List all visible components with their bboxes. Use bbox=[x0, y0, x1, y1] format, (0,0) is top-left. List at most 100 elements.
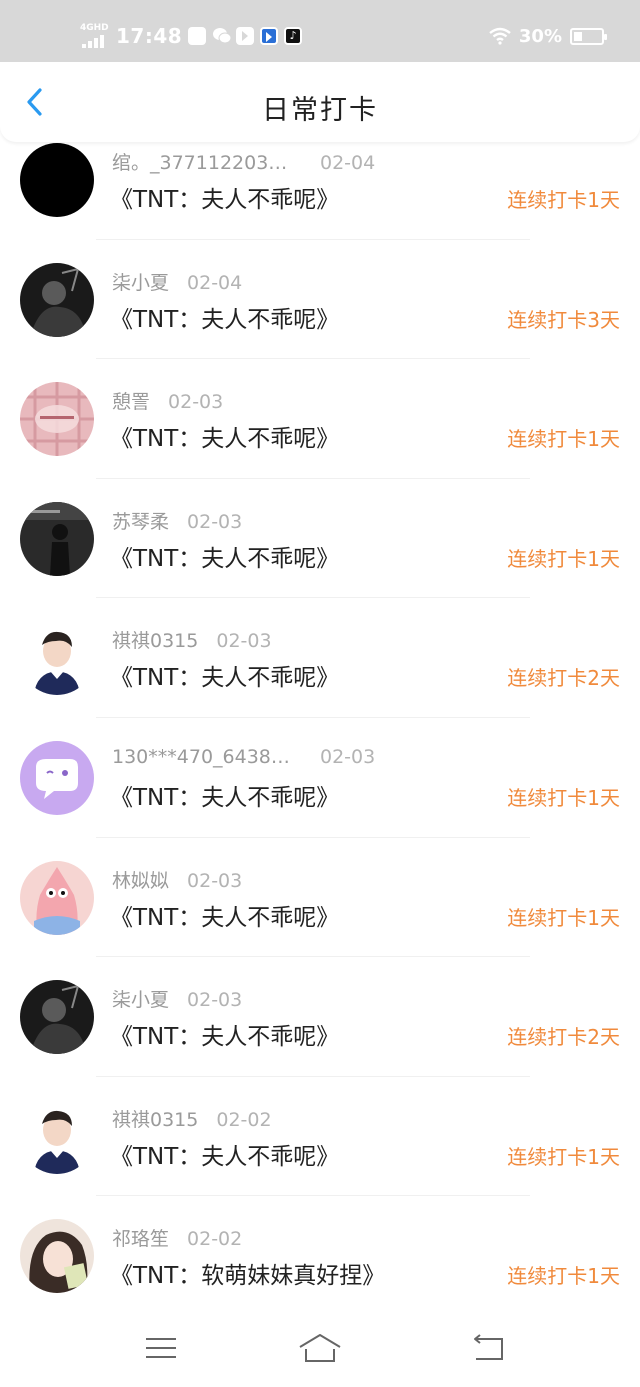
back-icon bbox=[474, 1334, 503, 1360]
network-label: 4GHD bbox=[80, 23, 109, 33]
checkin-date: 02-02 bbox=[216, 1108, 272, 1131]
book-title[interactable]: 《TNT：夫人不乖呢》 bbox=[110, 419, 339, 453]
user-name[interactable]: 憩詈 bbox=[112, 387, 150, 414]
book-title[interactable]: 《TNT：夫人不乖呢》 bbox=[110, 300, 339, 334]
user-meta: 130***470_6438… 02-03 bbox=[112, 746, 375, 768]
avatar-image bbox=[20, 1219, 94, 1294]
avatar[interactable] bbox=[20, 262, 94, 337]
avatar-image bbox=[20, 740, 94, 815]
list-item[interactable]: 柒小夏 02-03 《TNT：夫人不乖呢》 连续打卡2天 bbox=[0, 957, 640, 1077]
user-name[interactable]: 苏琴柔 bbox=[112, 507, 169, 534]
streak-badge: 连续打卡1天 bbox=[507, 188, 620, 212]
avatar-image bbox=[20, 1099, 94, 1174]
avatar[interactable] bbox=[20, 143, 94, 217]
battery-icon bbox=[570, 27, 607, 45]
streak-badge: 连续打卡1天 bbox=[507, 1264, 620, 1289]
user-meta: 苏琴柔 02-03 bbox=[112, 507, 242, 534]
blue-app-icon bbox=[260, 27, 279, 45]
streak-badge: 连续打卡2天 bbox=[507, 1025, 620, 1050]
list-item[interactable]: 祁珞笙 02-02 《TNT：软萌妹妹真好捏》 连续打卡1天 bbox=[0, 1196, 640, 1316]
clock: 17:48 bbox=[116, 24, 183, 48]
book-title[interactable]: 《TNT：夫人不乖呢》 bbox=[110, 180, 339, 214]
checkin-date: 02-03 bbox=[187, 989, 243, 1012]
avatar[interactable] bbox=[20, 1099, 94, 1174]
status-bar-left: 4GHD 17:48 ♪ bbox=[80, 22, 303, 50]
page-title: 日常打卡 bbox=[262, 95, 378, 126]
list-item[interactable]: 苏琴柔 02-03 《TNT：夫人不乖呢》 连续打卡1天 bbox=[0, 479, 640, 599]
checkin-date: 02-03 bbox=[168, 391, 224, 414]
checkin-date: 02-02 bbox=[187, 1228, 243, 1251]
avatar[interactable] bbox=[20, 1219, 94, 1294]
user-name[interactable]: 柒小夏 bbox=[112, 985, 169, 1012]
system-nav-bar bbox=[0, 1307, 640, 1387]
book-title[interactable]: 《TNT：夫人不乖呢》 bbox=[110, 1017, 339, 1051]
user-name[interactable]: 绾。_377112203… bbox=[112, 148, 302, 175]
checkin-date: 02-03 bbox=[320, 745, 376, 768]
streak-badge: 连续打卡1天 bbox=[507, 905, 620, 930]
streak-badge: 连续打卡1天 bbox=[507, 1144, 620, 1169]
list-item[interactable]: 祺祺0315 02-02 《TNT：夫人不乖呢》 连续打卡1天 bbox=[0, 1077, 640, 1197]
checkin-list: 绾。_377112203… 02-04 《TNT：夫人不乖呢》 连续打卡1天 柒小夏 02… bbox=[0, 120, 640, 1316]
user-name[interactable]: 林姒姒 bbox=[112, 866, 169, 893]
book-title[interactable]: 《TNT：夫人不乖呢》 bbox=[110, 898, 339, 932]
avatar[interactable] bbox=[20, 860, 94, 935]
book-title[interactable]: 《TNT：夫人不乖呢》 bbox=[110, 1137, 339, 1171]
battery-percent: 30% bbox=[518, 25, 562, 47]
avatar[interactable] bbox=[20, 382, 94, 457]
user-name[interactable]: 祁珞笙 bbox=[112, 1224, 169, 1251]
nav-back-button[interactable] bbox=[466, 1331, 510, 1365]
avatar[interactable] bbox=[20, 621, 94, 696]
streak-badge: 连续打卡2天 bbox=[507, 666, 620, 691]
user-name[interactable]: 130***470_6438… bbox=[112, 746, 302, 768]
user-meta: 柒小夏 02-04 bbox=[112, 268, 242, 295]
book-title[interactable]: 《TNT：软萌妹妹真好捏》 bbox=[110, 1256, 385, 1290]
list-item[interactable]: 林姒姒 02-03 《TNT：夫人不乖呢》 连续打卡1天 bbox=[0, 838, 640, 958]
book-title[interactable]: 《TNT：夫人不乖呢》 bbox=[110, 539, 339, 573]
user-name[interactable]: 柒小夏 bbox=[112, 268, 169, 295]
avatar-image bbox=[20, 382, 94, 457]
checkin-date: 02-04 bbox=[320, 152, 376, 174]
battery-fill bbox=[574, 31, 582, 41]
book-title[interactable]: 《TNT：夫人不乖呢》 bbox=[110, 658, 339, 692]
cellular-signal-icon: 4GHD bbox=[80, 24, 110, 48]
status-bar: 4GHD 17:48 ♪ 30% bbox=[0, 0, 640, 62]
page-header: 日常打卡 bbox=[0, 62, 640, 142]
checkin-date: 02-03 bbox=[187, 510, 243, 533]
menu-button[interactable] bbox=[140, 1331, 184, 1365]
avatar-image bbox=[20, 143, 94, 217]
avatar-image bbox=[20, 262, 94, 337]
wifi-icon bbox=[489, 27, 511, 45]
avatar[interactable] bbox=[20, 740, 94, 815]
streak-badge: 连续打卡1天 bbox=[507, 546, 620, 571]
menu-icon bbox=[146, 1338, 176, 1358]
avatar-image bbox=[20, 860, 94, 935]
user-meta: 祺祺0315 02-03 bbox=[112, 626, 272, 653]
streak-badge: 连续打卡3天 bbox=[507, 307, 620, 332]
list-item[interactable]: 憩詈 02-03 《TNT：夫人不乖呢》 连续打卡1天 bbox=[0, 359, 640, 479]
wechat-icon bbox=[212, 27, 232, 45]
app-notification-icon bbox=[236, 27, 255, 45]
streak-badge: 连续打卡1天 bbox=[507, 785, 620, 810]
book-title[interactable]: 《TNT：夫人不乖呢》 bbox=[110, 778, 339, 812]
avatar-image bbox=[20, 621, 94, 696]
user-meta: 林姒姒 02-03 bbox=[112, 866, 242, 893]
list-item[interactable]: 柒小夏 02-04 《TNT：夫人不乖呢》 连续打卡3天 bbox=[0, 240, 640, 360]
user-name[interactable]: 祺祺0315 bbox=[112, 1105, 198, 1132]
user-meta: 祁珞笙 02-02 bbox=[112, 1224, 242, 1251]
status-bar-right: 30% bbox=[489, 22, 607, 50]
avatar-image bbox=[20, 980, 94, 1055]
list-item[interactable]: 祺祺0315 02-03 《TNT：夫人不乖呢》 连续打卡2天 bbox=[0, 598, 640, 718]
user-meta: 柒小夏 02-03 bbox=[112, 985, 242, 1012]
home-button[interactable] bbox=[298, 1331, 342, 1365]
user-meta: 祺祺0315 02-02 bbox=[112, 1105, 272, 1132]
user-name[interactable]: 祺祺0315 bbox=[112, 626, 198, 653]
tiktok-icon: ♪ bbox=[284, 27, 303, 45]
avatar-image bbox=[20, 501, 94, 576]
checkin-date: 02-03 bbox=[216, 630, 272, 653]
list-item[interactable]: 130***470_6438… 02-03 《TNT：夫人不乖呢》 连续打卡1天 bbox=[0, 718, 640, 838]
streak-badge: 连续打卡1天 bbox=[507, 427, 620, 452]
avatar[interactable] bbox=[20, 980, 94, 1055]
checkin-date: 02-04 bbox=[187, 271, 243, 294]
avatar[interactable] bbox=[20, 501, 94, 576]
notification-square-icon bbox=[188, 27, 207, 45]
